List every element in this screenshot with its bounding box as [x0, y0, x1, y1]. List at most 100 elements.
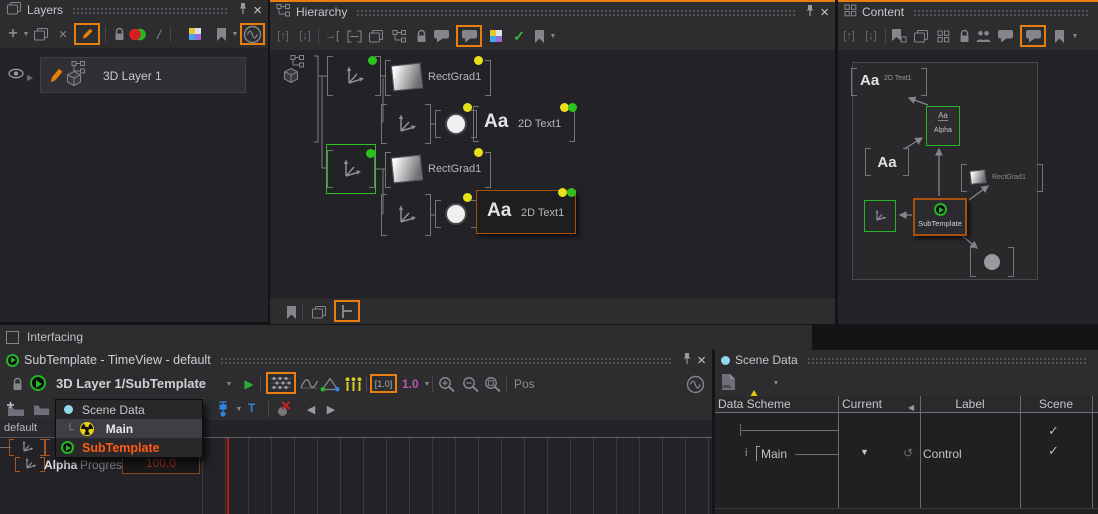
time-marker-icon[interactable]: T — [248, 401, 255, 415]
graph-subtemplate-node[interactable]: SubTemplate — [913, 198, 967, 236]
graph-circle-node[interactable] — [977, 247, 1007, 277]
layer-expander-icon[interactable] — [27, 69, 33, 83]
subtree-button[interactable] — [390, 25, 408, 47]
insert-node-button[interactable] — [323, 25, 341, 47]
bookmark-dropdown-icon[interactable] — [544, 25, 562, 47]
users-button[interactable] — [974, 25, 992, 47]
animation-wave-icon[interactable] — [686, 373, 705, 395]
col-header-data-scheme[interactable]: Data Scheme — [718, 397, 791, 411]
move-up-button[interactable] — [840, 25, 858, 47]
pin-icon[interactable] — [682, 352, 692, 368]
popup-item-main[interactable]: Main — [56, 419, 202, 438]
close-icon[interactable] — [253, 2, 262, 19]
move-up-button[interactable] — [274, 25, 292, 47]
comment-visible-button[interactable] — [456, 25, 482, 47]
color-label-button[interactable] — [487, 25, 505, 47]
comment-visible-button[interactable] — [1020, 25, 1046, 47]
graph-text-node[interactable]: Aa 2D Text1 — [858, 68, 920, 96]
column-divider[interactable] — [920, 396, 921, 509]
animation-view-button[interactable] — [240, 23, 265, 45]
delete-layer-button[interactable] — [54, 23, 72, 45]
layers-view-button[interactable] — [310, 301, 328, 323]
zoom-in-icon[interactable] — [438, 373, 456, 395]
graph-aa-node[interactable]: Aa — [872, 148, 902, 176]
comment-button[interactable] — [432, 25, 450, 47]
active-dot[interactable] — [368, 56, 377, 65]
column-divider[interactable] — [1092, 396, 1093, 509]
keyframe-dropdown-icon[interactable] — [230, 398, 248, 420]
rectgrad-node-1[interactable]: RectGrad1 — [392, 60, 484, 96]
sort-icon[interactable] — [908, 399, 914, 413]
close-icon[interactable] — [820, 4, 829, 21]
lock-layer-button[interactable] — [110, 23, 128, 45]
pin-icon[interactable] — [238, 2, 248, 18]
text-node-1[interactable]: Aa 2D Text1 — [480, 106, 568, 142]
speed-value[interactable]: 1.0 — [402, 377, 419, 391]
bookmark-dropdown-icon[interactable] — [1066, 25, 1084, 47]
keyframe-columns-button[interactable] — [344, 373, 363, 395]
row-scheme-label[interactable]: Main — [761, 447, 787, 461]
alpha-circle-node-2[interactable] — [442, 200, 470, 228]
track-axis-sub[interactable] — [20, 457, 40, 472]
interfacing-bar[interactable]: Interfacing — [0, 325, 812, 350]
active-dot[interactable] — [366, 149, 375, 158]
grid-view-button[interactable] — [934, 25, 952, 47]
play-button[interactable] — [240, 373, 258, 395]
column-divider[interactable] — [838, 396, 839, 509]
zoom-reset-icon[interactable] — [484, 373, 502, 395]
reset-loop-icon[interactable] — [903, 446, 913, 460]
scene-check-2[interactable]: ✓ — [1048, 443, 1059, 459]
edit-layer-button[interactable] — [74, 23, 100, 45]
current-dropdown-icon[interactable]: ▼ — [860, 447, 869, 457]
event-dot[interactable] — [474, 56, 483, 65]
col-header-label[interactable]: Label — [920, 397, 1020, 411]
axis-node-3[interactable] — [388, 194, 424, 236]
move-down-button[interactable] — [296, 25, 314, 47]
alpha-circle-node-1[interactable] — [442, 110, 470, 138]
event-dot[interactable] — [558, 188, 567, 197]
color-label-button[interactable] — [186, 23, 204, 45]
scale-box-button[interactable]: [1.0] — [370, 374, 397, 393]
duplicate-button[interactable] — [912, 25, 930, 47]
duplicate-node-button[interactable] — [367, 25, 385, 47]
lock-button[interactable] — [412, 25, 430, 47]
next-key-button[interactable] — [322, 398, 340, 420]
zoom-out-icon[interactable] — [462, 373, 480, 395]
validate-check-icon[interactable] — [510, 25, 528, 47]
bookmark-add-button[interactable] — [890, 25, 908, 47]
collapse-button[interactable] — [345, 25, 363, 47]
track-param-label[interactable]: Progres — [80, 458, 122, 472]
row-label-value[interactable]: Control — [923, 447, 962, 461]
lock-button[interactable] — [955, 25, 973, 47]
graph-axis-node[interactable] — [864, 200, 896, 232]
event-dot[interactable] — [463, 103, 472, 112]
mute-icon[interactable]: × — [278, 398, 298, 418]
popup-item-scene-data[interactable]: Scene Data — [56, 400, 202, 419]
move-down-button[interactable] — [862, 25, 880, 47]
layer-visibility-toggle[interactable] — [128, 23, 147, 45]
curve-view-button[interactable] — [300, 373, 319, 395]
track-group-label[interactable]: Alpha — [44, 458, 77, 472]
layer-solo-button[interactable] — [150, 23, 168, 45]
dopesheet-view-button[interactable] — [266, 372, 296, 394]
prev-key-button[interactable] — [302, 398, 320, 420]
rig-view-button[interactable] — [320, 373, 340, 395]
col-header-scene[interactable]: Scene — [1020, 397, 1092, 411]
speed-dropdown-icon[interactable] — [418, 373, 436, 395]
event-dot[interactable] — [463, 193, 472, 202]
column-divider[interactable] — [1020, 396, 1021, 509]
xml-export-button[interactable]: XML — [719, 372, 737, 394]
duplicate-layer-button[interactable] — [32, 23, 50, 45]
graph-rectgrad-node[interactable]: RectGrad1 — [968, 164, 1036, 192]
active-dot[interactable] — [568, 103, 577, 112]
event-dot[interactable] — [474, 148, 483, 157]
scene-check-1[interactable]: ✓ — [1048, 423, 1059, 439]
comment-button[interactable] — [996, 25, 1014, 47]
tree-view-button[interactable] — [334, 300, 360, 322]
popup-item-subtemplate[interactable]: SubTemplate — [56, 438, 202, 457]
add-folder-button[interactable] — [6, 398, 25, 420]
graph-alpha-node[interactable]: Aa Alpha — [926, 106, 960, 146]
close-icon[interactable] — [697, 352, 706, 369]
axis-node-2[interactable] — [388, 104, 424, 144]
eye-icon[interactable] — [8, 68, 24, 82]
